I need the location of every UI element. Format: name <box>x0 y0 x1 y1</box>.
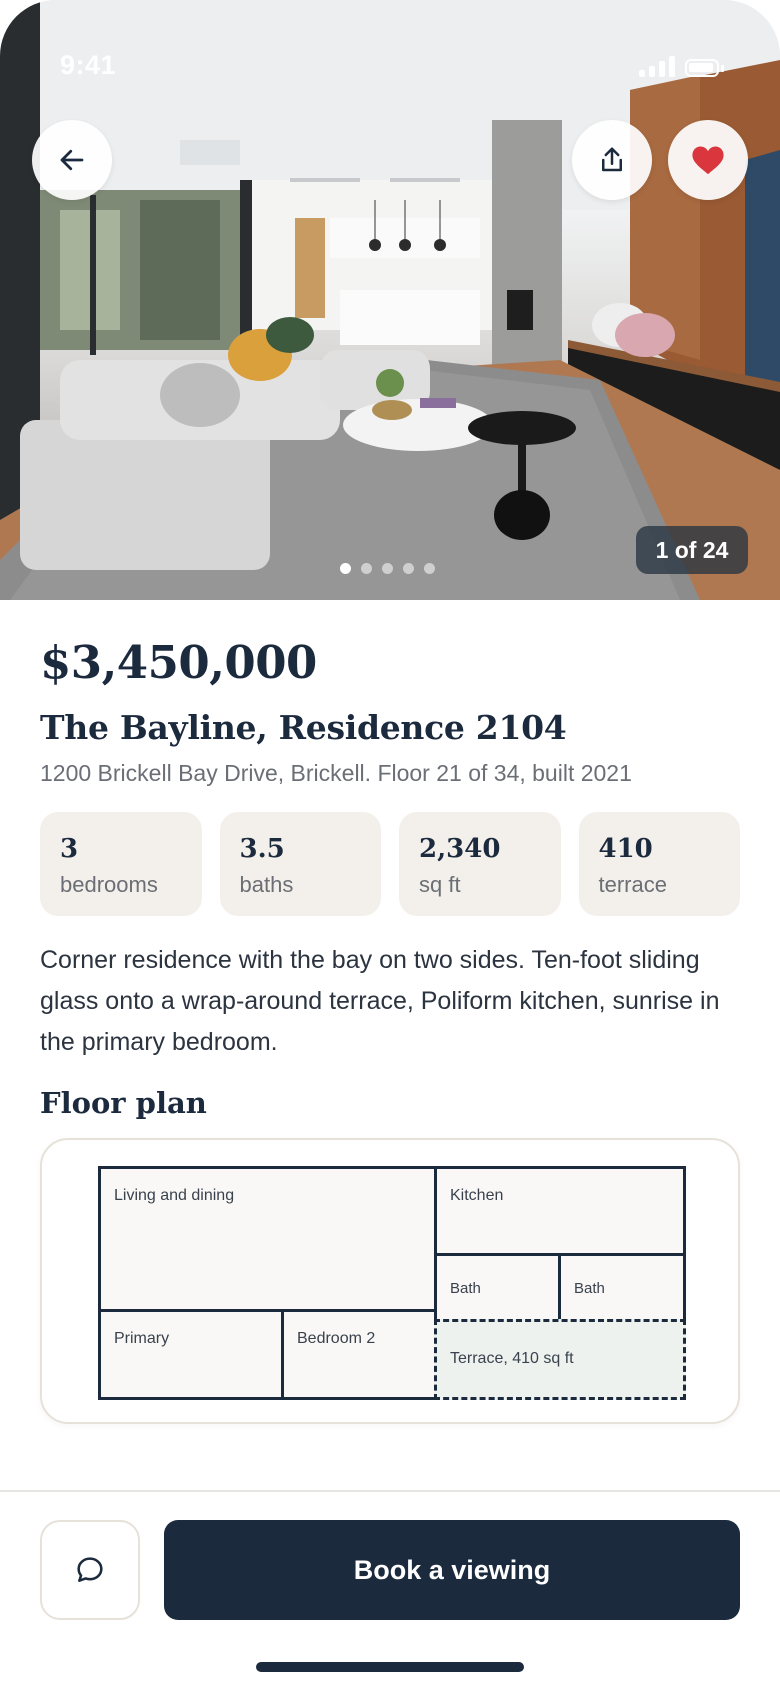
bottom-bar-divider <box>0 1490 780 1492</box>
room-bath-2[interactable]: Bath <box>558 1253 686 1322</box>
floor-plan-heading: Floor plan <box>40 1086 207 1120</box>
home-indicator[interactable] <box>256 1662 524 1672</box>
room-label: Bath <box>574 1280 605 1297</box>
living-room-photo <box>0 0 780 600</box>
floor-plan-card[interactable]: Living and dining Kitchen Bath Bath Prim… <box>40 1138 740 1424</box>
back-button[interactable] <box>32 120 112 200</box>
room-kitchen[interactable]: Kitchen <box>434 1166 686 1256</box>
photo-count-badge: 1 of 24 <box>636 526 748 574</box>
share-button[interactable] <box>572 120 652 200</box>
stat-value: 3 <box>60 834 79 864</box>
listing-description: Corner residence with the bay on two sid… <box>40 946 720 1056</box>
floor-plan: Living and dining Kitchen Bath Bath Prim… <box>98 1166 686 1400</box>
room-label: Living and dining <box>114 1187 235 1204</box>
stat-baths: 3.5 baths <box>219 812 381 916</box>
battery-icon <box>685 59 719 77</box>
room-label: Bedroom 2 <box>297 1330 376 1347</box>
arrow-left-icon <box>60 149 84 171</box>
photo-pager-dots[interactable] <box>340 563 435 574</box>
status-time: 9:41 <box>60 50 117 80</box>
pager-dot[interactable] <box>403 563 414 574</box>
heart-icon <box>692 146 724 175</box>
stat-bedrooms: 3 bedrooms <box>40 812 202 916</box>
stat-value: 410 <box>598 834 653 864</box>
stat-value: 3.5 <box>239 834 285 864</box>
room-label: Bath <box>450 1280 481 1297</box>
stat-label: terrace <box>598 872 667 897</box>
pager-dot[interactable] <box>382 563 393 574</box>
listing-address: 1200 Brickell Bay Drive, Brickell. Floor… <box>40 760 632 786</box>
signal-icon <box>639 56 675 77</box>
room-bath-1[interactable]: Bath <box>434 1253 561 1322</box>
hero-photo[interactable]: 9:41 1 of 24 <box>0 0 780 600</box>
battery-tip <box>721 65 724 72</box>
stat-terrace: 410 terrace <box>578 812 740 916</box>
stat-label: baths <box>239 872 294 897</box>
share-icon <box>602 147 622 172</box>
status-icons <box>639 56 724 77</box>
room-label: Terrace, 410 sq ft <box>450 1350 574 1367</box>
listing-title: The Bayline, Residence 2104 <box>40 708 567 747</box>
stat-value: 2,340 <box>419 834 501 864</box>
stats-row: 3 bedrooms 3.5 baths 2,340 sq ft 410 ter… <box>40 812 740 916</box>
pager-dot-active[interactable] <box>340 563 351 574</box>
book-viewing-button[interactable]: Book a viewing <box>164 1520 740 1620</box>
stat-label: sq ft <box>419 872 461 897</box>
chat-bubble-icon <box>77 1557 103 1582</box>
pager-dot[interactable] <box>361 563 372 574</box>
message-agent-button[interactable] <box>40 1520 140 1620</box>
room-living-dining[interactable]: Living and dining <box>98 1166 437 1312</box>
listing-screen: 9:41 1 of 24 $3,450,000 The Bayline, Res… <box>0 0 780 1688</box>
stat-label: bedrooms <box>60 872 158 897</box>
room-label: Kitchen <box>450 1187 504 1204</box>
listing-price: $3,450,000 <box>40 636 317 689</box>
favorite-button[interactable] <box>668 120 748 200</box>
room-terrace[interactable]: Terrace, 410 sq ft <box>434 1319 686 1400</box>
room-label: Primary <box>114 1330 170 1347</box>
room-bedroom-2[interactable]: Bedroom 2 <box>281 1309 437 1400</box>
stat-sqft: 2,340 sq ft <box>399 812 561 916</box>
pager-dot[interactable] <box>424 563 435 574</box>
room-primary[interactable]: Primary <box>98 1309 284 1400</box>
